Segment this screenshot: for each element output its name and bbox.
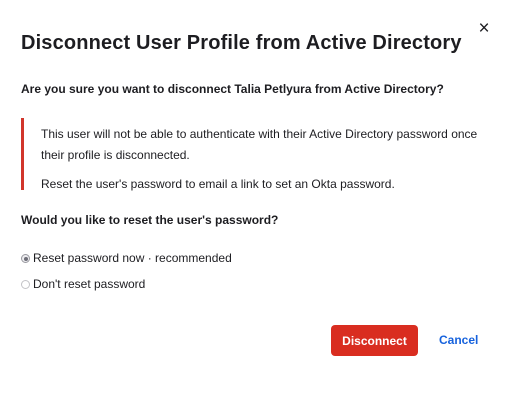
radio-label-reset-now: Reset password now · recommended — [33, 251, 232, 265]
cancel-button[interactable]: Cancel — [439, 333, 478, 347]
confirmation-question: Are you sure you want to disconnect Tali… — [21, 82, 444, 96]
reset-password-question: Would you like to reset the user's passw… — [21, 213, 279, 227]
radio-option-dont-reset[interactable]: Don't reset password — [21, 277, 145, 291]
dialog-title: Disconnect User Profile from Active Dire… — [21, 32, 462, 54]
warning-callout: This user will not be able to authentica… — [21, 118, 481, 191]
radio-option-reset-now[interactable]: Reset password now · recommended — [21, 251, 232, 265]
disconnect-dialog: × Disconnect User Profile from Active Di… — [0, 0, 509, 401]
close-icon[interactable]: × — [476, 19, 492, 39]
radio-label-dont-reset: Don't reset password — [33, 277, 146, 291]
radio-button-unselected[interactable] — [21, 280, 30, 289]
callout-text-secondary: Reset the user's password to email a lin… — [41, 177, 395, 191]
radio-button-selected[interactable] — [21, 254, 30, 263]
callout-text-primary: This user will not be able to authentica… — [41, 127, 478, 162]
disconnect-button[interactable]: Disconnect — [331, 325, 418, 356]
